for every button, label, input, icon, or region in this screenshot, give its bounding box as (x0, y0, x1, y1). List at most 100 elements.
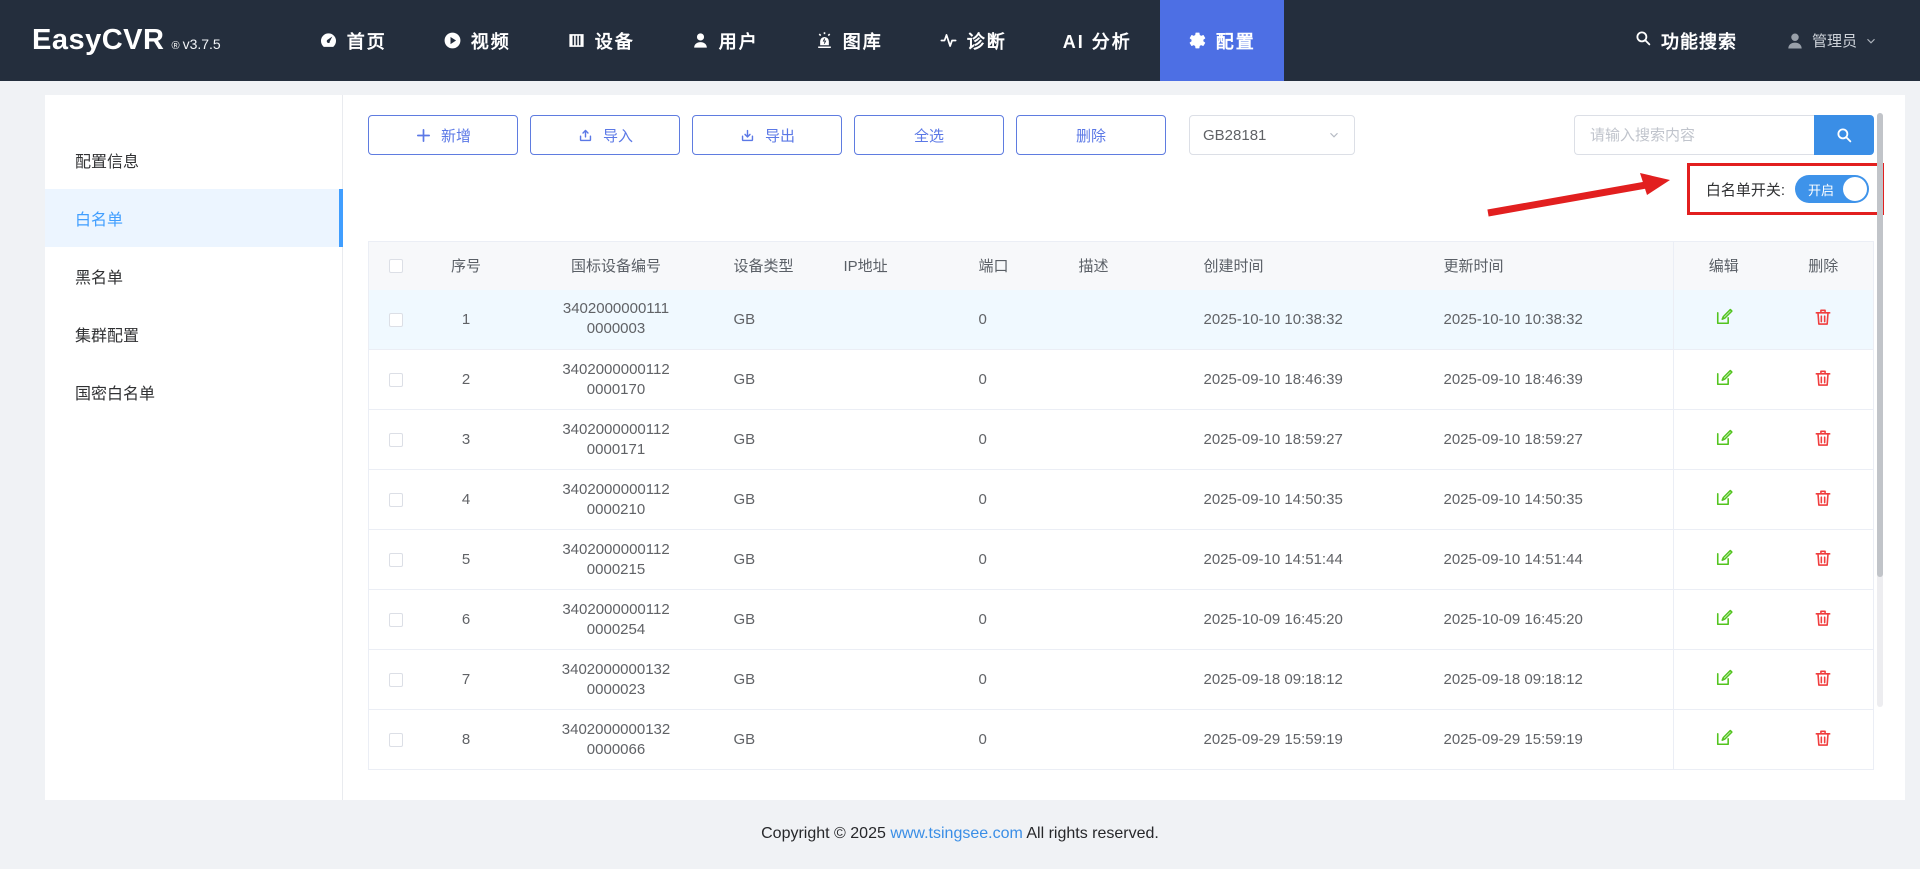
function-search[interactable]: 功能搜索 (1634, 28, 1737, 54)
import-button[interactable]: 导入 (530, 115, 680, 155)
cell-index: 7 (423, 649, 509, 710)
add-button[interactable]: 新增 (368, 115, 518, 155)
nav-item-label: 设备 (594, 31, 635, 52)
delete-icon[interactable] (1813, 548, 1833, 568)
sidebar-item-label: 白名单 (75, 212, 124, 229)
chevron-down-icon (1864, 34, 1878, 48)
app-version: v3.7.5 (182, 36, 221, 52)
cell-device-id: 3402000000132 0000023 (508, 649, 724, 710)
cell-port: 0 (968, 409, 1069, 470)
row-checkbox[interactable] (389, 373, 404, 388)
gallery-icon (815, 31, 834, 50)
edit-icon[interactable] (1714, 488, 1734, 508)
cell-ip (833, 409, 969, 470)
cell-updated: 2025-10-10 10:38:32 (1433, 289, 1674, 350)
footer-link[interactable]: www.tsingsee.com (890, 825, 1023, 842)
nav-item-gallery[interactable]: 图库 (787, 0, 911, 81)
nav-item-label: 首页 (346, 31, 387, 52)
cell-index: 3 (423, 409, 509, 470)
edit-icon[interactable] (1714, 368, 1734, 388)
annotation-box: 白名单开关: 开启 (1686, 163, 1884, 215)
sidebar: 配置信息 白名单 黑名单 集群配置 国密白名单 (45, 95, 343, 800)
nav-item-diagnosis[interactable]: 诊断 (911, 0, 1035, 81)
sidebar-item-config-info[interactable]: 配置信息 (45, 131, 342, 189)
nav-item-label: 视频 (470, 31, 511, 52)
diagnosis-icon (939, 31, 958, 50)
cell-port: 0 (968, 589, 1069, 650)
cell-device-type: GB (723, 349, 834, 410)
delete-icon[interactable] (1813, 728, 1833, 748)
cell-ip (833, 349, 969, 410)
copyright-prefix: Copyright © 2025 (761, 825, 886, 842)
whitelist-table: 序号 国标设备编号 设备类型 IP地址 端口 描述 创建时间 更新时间 编辑 删… (368, 241, 1874, 770)
edit-icon[interactable] (1714, 548, 1734, 568)
row-checkbox[interactable] (389, 733, 404, 748)
plus-icon (415, 127, 432, 144)
cell-index: 6 (423, 589, 509, 650)
delete-icon[interactable] (1813, 608, 1833, 628)
edit-icon[interactable] (1714, 307, 1734, 327)
scrollbar-thumb[interactable] (1877, 113, 1883, 577)
user-menu[interactable]: 管理员 (1785, 30, 1878, 51)
delete-icon[interactable] (1813, 668, 1833, 688)
cell-device-id: 3402000000132 0000066 (508, 709, 724, 770)
row-checkbox[interactable] (389, 312, 404, 327)
copyright-suffix: All rights reserved. (1026, 825, 1159, 842)
device-type-select[interactable]: GB28181 (1189, 115, 1355, 155)
sidebar-item-gm-whitelist[interactable]: 国密白名单 (45, 363, 342, 421)
cell-description (1068, 469, 1194, 530)
delete-icon[interactable] (1813, 307, 1833, 327)
cell-device-type: GB (723, 409, 834, 470)
cell-device-type: GB (723, 289, 834, 350)
gear-icon (1188, 31, 1207, 50)
delete-icon[interactable] (1813, 368, 1833, 388)
cell-ip (833, 289, 969, 350)
sidebar-item-whitelist[interactable]: 白名单 (45, 189, 343, 247)
search-button[interactable] (1814, 115, 1874, 155)
row-checkbox[interactable] (389, 493, 404, 508)
col-port: 端口 (968, 241, 1069, 290)
table-header-row: 序号 国标设备编号 设备类型 IP地址 端口 描述 创建时间 更新时间 编辑 删… (368, 241, 1874, 290)
cell-description (1068, 349, 1194, 410)
whitelist-switch-label: 白名单开关: (1705, 181, 1785, 199)
edit-icon[interactable] (1714, 728, 1734, 748)
sidebar-item-blacklist[interactable]: 黑名单 (45, 247, 342, 305)
cell-updated: 2025-09-10 18:59:27 (1433, 409, 1674, 470)
delete-button[interactable]: 删除 (1016, 115, 1166, 155)
edit-icon[interactable] (1714, 668, 1734, 688)
delete-icon[interactable] (1813, 428, 1833, 448)
col-ip: IP地址 (833, 241, 969, 290)
nav-item-ai-analysis[interactable]: AI 分析 (1035, 0, 1160, 81)
search-input[interactable] (1574, 115, 1814, 155)
nav-item-device[interactable]: 设备 (539, 0, 663, 81)
export-button[interactable]: 导出 (692, 115, 842, 155)
row-checkbox[interactable] (389, 613, 404, 628)
nav-item-config[interactable]: 配置 (1159, 0, 1284, 81)
table-row: 4 3402000000112 0000210 GB 0 2025-09-10 … (368, 469, 1874, 530)
edit-icon[interactable] (1714, 428, 1734, 448)
nav-item-home[interactable]: 首页 (291, 0, 415, 81)
cell-updated: 2025-09-10 14:51:44 (1433, 529, 1674, 590)
nav-item-video[interactable]: 视频 (415, 0, 539, 81)
cell-created: 2025-09-18 09:18:12 (1193, 649, 1434, 710)
cell-index: 1 (423, 289, 509, 350)
select-all-button[interactable]: 全选 (854, 115, 1004, 155)
nav-item-user[interactable]: 用户 (663, 0, 787, 81)
search-icon (1835, 126, 1853, 144)
edit-icon[interactable] (1714, 608, 1734, 628)
select-all-checkbox[interactable] (389, 259, 404, 274)
col-updated: 更新时间 (1433, 241, 1674, 290)
sidebar-item-label: 集群配置 (75, 328, 140, 345)
delete-icon[interactable] (1813, 488, 1833, 508)
row-checkbox[interactable] (389, 673, 404, 688)
whitelist-toggle[interactable]: 开启 (1795, 175, 1869, 203)
row-checkbox[interactable] (389, 553, 404, 568)
row-checkbox[interactable] (389, 433, 404, 448)
user-avatar-icon (1785, 31, 1805, 51)
toggle-knob (1843, 177, 1867, 201)
cell-index: 4 (423, 469, 509, 530)
sidebar-item-cluster-config[interactable]: 集群配置 (45, 305, 342, 363)
toggle-state-label: 开启 (1808, 182, 1835, 198)
search-icon (1634, 29, 1652, 52)
cell-created: 2025-09-10 14:51:44 (1193, 529, 1434, 590)
